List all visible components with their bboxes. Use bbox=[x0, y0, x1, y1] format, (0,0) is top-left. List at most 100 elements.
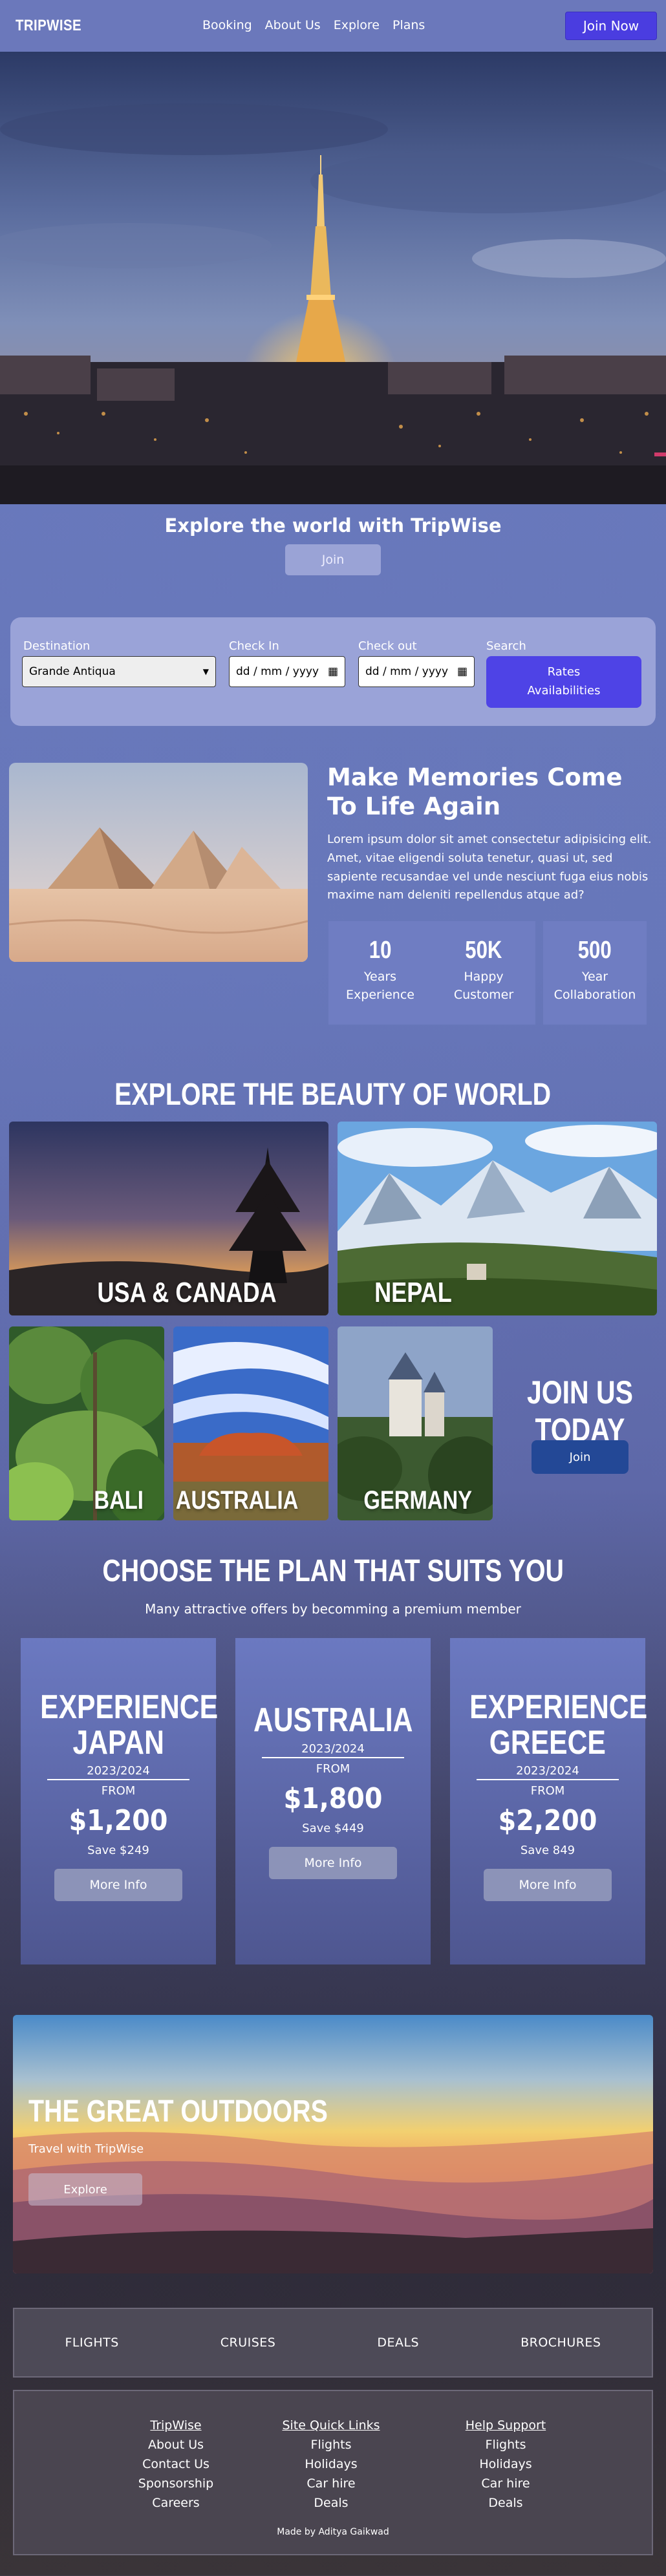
stat-number: 500 bbox=[578, 937, 612, 964]
footer-link[interactable]: Deals bbox=[454, 2493, 557, 2513]
destination-card-bali[interactable]: BALI bbox=[9, 1326, 164, 1520]
plan-year: 2023/2024 bbox=[477, 1764, 619, 1781]
plan-card-australia: AUSTRALIA 2023/2024 FROM $1,800 Save $44… bbox=[235, 1638, 431, 1964]
stat-year-collaboration: 500 Year Collaboration bbox=[543, 921, 647, 1025]
hero-join-button[interactable]: Join bbox=[285, 544, 381, 575]
plan-price: $1,800 bbox=[283, 1782, 383, 1815]
pyramids-image bbox=[9, 763, 308, 962]
footer-link[interactable]: Flights bbox=[273, 2435, 389, 2454]
outdoors-subtitle: Travel with TripWise bbox=[28, 2142, 144, 2156]
more-info-button[interactable]: More Info bbox=[269, 1846, 397, 1879]
more-info-button[interactable]: More Info bbox=[54, 1869, 182, 1902]
destination-label-germany: GERMANY bbox=[363, 1486, 473, 1515]
destination-label-bali: BALI bbox=[94, 1486, 144, 1515]
footer-column-help-support: Help Support Flights Holidays Car hire D… bbox=[454, 2416, 557, 2513]
site-logo[interactable]: TRIPWISE bbox=[16, 17, 81, 35]
about-title: Make Memories Come To Life Again bbox=[327, 763, 623, 821]
plan-name-line1: EXPERIENCE bbox=[40, 1688, 219, 1726]
stat-label-line2: Collaboration bbox=[553, 987, 636, 1002]
category-brochures[interactable]: BROCHURES bbox=[521, 2336, 601, 2350]
plan-card-greece: EXPERIENCE GREECE 2023/2024 FROM $2,200 S… bbox=[450, 1638, 648, 1964]
category-deals[interactable]: DEALS bbox=[377, 2336, 419, 2350]
nav-link-explore[interactable]: Explore bbox=[334, 18, 380, 32]
stat-label-line1: Happy bbox=[464, 970, 504, 984]
outdoors-title-text: THE GREAT OUTDOORS bbox=[28, 2094, 328, 2129]
footer-link[interactable]: Car hire bbox=[454, 2474, 557, 2493]
footer-link[interactable]: Sponsorship bbox=[124, 2474, 228, 2493]
plans-title-text: CHOOSE THE PLAN THAT SUITS YOU bbox=[102, 1554, 564, 1588]
footer-heading[interactable]: Help Support bbox=[454, 2416, 557, 2435]
plan-name-line2: JAPAN bbox=[72, 1723, 164, 1762]
footer-column-tripwise: TripWise About Us Contact Us Sponsorship… bbox=[124, 2416, 228, 2513]
nav-links: Booking About Us Explore Plans bbox=[202, 18, 425, 32]
plan-from: FROM bbox=[530, 1784, 565, 1798]
plan-price: $1,200 bbox=[69, 1804, 168, 1838]
plan-name-line2: GREECE bbox=[489, 1723, 607, 1762]
footer-link[interactable]: Car hire bbox=[273, 2474, 389, 2493]
stat-label-line2: Customer bbox=[453, 987, 514, 1002]
destination-label: Destination bbox=[23, 639, 91, 653]
stat-years-experience: 10 Years Experience bbox=[328, 921, 432, 1025]
booking-form: Destination Grande Antiqua ▼ Check In dd… bbox=[10, 617, 656, 726]
checkin-placeholder: dd / mm / yyyy bbox=[236, 665, 319, 678]
join-now-button[interactable]: Join Now bbox=[565, 12, 657, 40]
stat-happy-customer: 50K Happy Customer bbox=[432, 921, 535, 1025]
outdoors-title: THE GREAT OUTDOORS bbox=[28, 2093, 393, 2129]
destination-select[interactable]: Grande Antiqua ▼ bbox=[22, 656, 216, 687]
checkout-date-input[interactable]: dd / mm / yyyy ▦ bbox=[358, 656, 475, 687]
checkout-placeholder: dd / mm / yyyy bbox=[365, 665, 449, 678]
footer-link[interactable]: Holidays bbox=[454, 2454, 557, 2474]
checkin-date-input[interactable]: dd / mm / yyyy ▦ bbox=[229, 656, 345, 687]
calendar-icon: ▦ bbox=[327, 665, 338, 678]
footer-link[interactable]: Deals bbox=[273, 2493, 389, 2513]
destination-card-australia[interactable]: AUSTRALIA bbox=[173, 1326, 328, 1520]
plan-from: FROM bbox=[316, 1762, 350, 1776]
destination-label-nepal: NEPAL bbox=[374, 1277, 452, 1308]
footer-heading[interactable]: TripWise bbox=[124, 2416, 228, 2435]
explore-button[interactable]: Explore bbox=[28, 2173, 142, 2206]
footer-link[interactable]: Careers bbox=[124, 2493, 228, 2513]
footer-link[interactable]: Flights bbox=[454, 2435, 557, 2454]
chevron-down-icon: ▼ bbox=[202, 667, 209, 676]
stat-label-line1: Year bbox=[581, 970, 608, 984]
plan-save: Save 849 bbox=[520, 1844, 575, 1858]
nav-link-plans[interactable]: Plans bbox=[392, 18, 425, 32]
search-button-line2: Availabilities bbox=[527, 684, 601, 697]
stat-label-line1: Years bbox=[363, 970, 397, 984]
plan-from: FROM bbox=[101, 1784, 136, 1798]
footer-link[interactable]: Contact Us bbox=[124, 2454, 228, 2474]
destination-value: Grande Antiqua bbox=[29, 665, 116, 678]
plan-name-line1: AUSTRALIA bbox=[253, 1701, 413, 1739]
footer-link[interactable]: About Us bbox=[124, 2435, 228, 2454]
explore-section-title: EXPLORE THE BEAUTY OF WORLD bbox=[0, 1076, 666, 1112]
more-info-button[interactable]: More Info bbox=[484, 1869, 612, 1902]
footer-link[interactable]: Holidays bbox=[273, 2454, 389, 2474]
search-rates-button[interactable]: Rates Availabilities bbox=[486, 656, 641, 708]
explore-title-text: EXPLORE THE BEAUTY OF WORLD bbox=[114, 1078, 552, 1112]
stat-number: 10 bbox=[369, 937, 392, 964]
plan-price: $2,200 bbox=[498, 1804, 597, 1838]
footer-column-quick-links: Site Quick Links Flights Holidays Car hi… bbox=[273, 2416, 389, 2513]
category-flights[interactable]: FLIGHTS bbox=[65, 2336, 118, 2350]
plans-subtitle: Many attractive offers by becomming a pr… bbox=[145, 1601, 521, 1617]
hero-title: Explore the world with TripWise bbox=[164, 515, 502, 537]
calendar-icon: ▦ bbox=[457, 665, 467, 678]
search-button-line1: Rates bbox=[547, 665, 581, 679]
destination-card-nepal[interactable]: NEPAL bbox=[338, 1122, 657, 1315]
footer-heading[interactable]: Site Quick Links bbox=[273, 2416, 389, 2435]
nav-link-booking[interactable]: Booking bbox=[202, 18, 252, 32]
hero-image-eiffel-tower bbox=[0, 52, 666, 504]
plan-name-line1: EXPERIENCE bbox=[469, 1688, 648, 1726]
plan-save: Save $249 bbox=[87, 1844, 149, 1858]
plans-section-title: CHOOSE THE PLAN THAT SUITS YOU bbox=[0, 1553, 666, 1589]
checkout-label: Check out bbox=[358, 639, 417, 653]
footer-credit: Made by Aditya Gaikwad bbox=[277, 2527, 389, 2537]
destination-card-germany[interactable]: GERMANY bbox=[338, 1326, 493, 1520]
nav-link-about[interactable]: About Us bbox=[265, 18, 321, 32]
destination-card-usa-canada[interactable]: USA & CANADA bbox=[9, 1122, 328, 1315]
category-cruises[interactable]: CRUISES bbox=[220, 2336, 276, 2350]
destination-label-australia: AUSTRALIA bbox=[175, 1486, 299, 1515]
join-us-button[interactable]: Join bbox=[532, 1440, 628, 1474]
plan-year: 2023/2024 bbox=[47, 1764, 189, 1781]
footer: TripWise About Us Contact Us Sponsorship… bbox=[13, 2390, 653, 2555]
